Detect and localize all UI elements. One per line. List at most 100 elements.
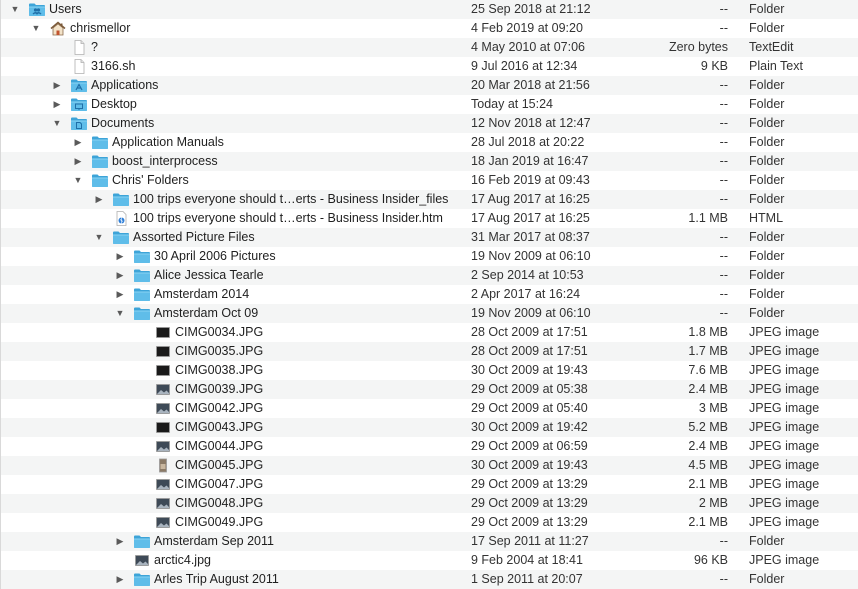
disclosure-triangle-closed-icon[interactable]: ▶: [51, 76, 63, 95]
document-icon: [70, 59, 88, 74]
file-kind: Folder: [749, 534, 785, 548]
file-row[interactable]: CIMG0043.JPG 30 Oct 2009 at 19:42 5.2 MB JP…: [1, 418, 858, 437]
file-row[interactable]: ▶ Application Manuals 28 Jul 2018 at 20:22…: [1, 133, 858, 152]
date-modified: 4 May 2010 at 07:06: [471, 40, 585, 54]
file-row[interactable]: ▼ Chris' Folders 16 Feb 2019 at 09:43 -- Fol…: [1, 171, 858, 190]
file-row[interactable]: ▶ Amsterdam Sep 2011 17 Sep 2011 at 11:27 -…: [1, 532, 858, 551]
documents-folder-icon: [70, 116, 88, 131]
file-row[interactable]: ▶ Amsterdam 2014 2 Apr 2017 at 16:24 -- Fold…: [1, 285, 858, 304]
disclosure-triangle-closed-icon[interactable]: ▶: [72, 152, 84, 171]
image-thumbnail-dark-icon: [154, 344, 172, 359]
file-name[interactable]: Desktop: [91, 95, 137, 114]
file-name[interactable]: Arles Trip August 2011: [154, 570, 279, 589]
file-name[interactable]: CIMG0047.JPG: [175, 475, 263, 494]
disclosure-triangle-closed-icon[interactable]: ▶: [72, 133, 84, 152]
file-kind: JPEG image: [749, 477, 820, 491]
file-name[interactable]: 100 trips everyone should t…erts - Busin…: [133, 209, 443, 228]
file-kind: Folder: [749, 572, 785, 586]
file-row[interactable]: CIMG0048.JPG 29 Oct 2009 at 13:29 2 MB JPEG…: [1, 494, 858, 513]
file-size: --: [719, 268, 728, 282]
file-size: 2.4 MB: [688, 439, 728, 453]
disclosure-triangle-closed-icon[interactable]: ▶: [114, 247, 126, 266]
disclosure-triangle-open-icon[interactable]: ▼: [30, 19, 42, 38]
file-row[interactable]: ▼ chrismellor 4 Feb 2019 at 09:20 -- Folder: [1, 19, 858, 38]
file-name[interactable]: 100 trips everyone should t…erts - Busin…: [133, 190, 448, 209]
image-thumbnail-dark-icon: [154, 325, 172, 340]
file-name[interactable]: CIMG0044.JPG: [175, 437, 263, 456]
file-name[interactable]: 30 April 2006 Pictures: [154, 247, 276, 266]
file-name[interactable]: Amsterdam Oct 09: [154, 304, 258, 323]
folder-icon: [133, 287, 151, 302]
date-modified: 2 Sep 2014 at 10:53: [471, 268, 584, 282]
disclosure-triangle-closed-icon[interactable]: ▶: [93, 190, 105, 209]
file-row[interactable]: ▶ Arles Trip August 2011 1 Sep 2011 at 20:…: [1, 570, 858, 589]
disclosure-triangle-open-icon[interactable]: ▼: [93, 228, 105, 247]
date-modified: 29 Oct 2009 at 06:59: [471, 439, 588, 453]
file-row[interactable]: CIMG0035.JPG 28 Oct 2009 at 17:51 1.7 MB JP…: [1, 342, 858, 361]
file-row[interactable]: ▼ Documents 12 Nov 2018 at 12:47 -- Folder: [1, 114, 858, 133]
file-row[interactable]: ▶ Desktop Today at 15:24 -- Folder: [1, 95, 858, 114]
file-row[interactable]: CIMG0045.JPG 30 Oct 2009 at 19:43 4.5 MB JP…: [1, 456, 858, 475]
file-row[interactable]: CIMG0047.JPG 29 Oct 2009 at 13:29 2.1 MB JP…: [1, 475, 858, 494]
file-row[interactable]: ▶ 30 April 2006 Pictures 19 Nov 2009 at 06…: [1, 247, 858, 266]
file-name[interactable]: Applications: [91, 76, 158, 95]
file-size: Zero bytes: [668, 40, 728, 54]
disclosure-triangle-open-icon[interactable]: ▼: [72, 171, 84, 190]
file-name[interactable]: ?: [91, 38, 98, 57]
date-modified: 25 Sep 2018 at 21:12: [471, 2, 591, 16]
folder-icon: [133, 534, 151, 549]
file-name[interactable]: Documents: [91, 114, 154, 133]
disclosure-triangle-closed-icon[interactable]: ▶: [114, 285, 126, 304]
file-row[interactable]: ▶ 100 trips everyone should t…erts - Busi…: [1, 190, 858, 209]
file-row[interactable]: 3166.sh 9 Jul 2016 at 12:34 9 KB Plain Text: [1, 57, 858, 76]
disclosure-triangle-closed-icon[interactable]: ▶: [114, 532, 126, 551]
file-name[interactable]: Amsterdam 2014: [154, 285, 249, 304]
file-row[interactable]: ▶ boost_interprocess 18 Jan 2019 at 16:47 -…: [1, 152, 858, 171]
file-row[interactable]: ▶ Alice Jessica Tearle 2 Sep 2014 at 10:53…: [1, 266, 858, 285]
file-name[interactable]: CIMG0042.JPG: [175, 399, 263, 418]
file-name[interactable]: Chris' Folders: [112, 171, 189, 190]
file-row[interactable]: CIMG0039.JPG 29 Oct 2009 at 05:38 2.4 MB JP…: [1, 380, 858, 399]
disclosure-triangle-open-icon[interactable]: ▼: [114, 304, 126, 323]
date-modified: 9 Feb 2004 at 18:41: [471, 553, 583, 567]
file-row[interactable]: ? 4 May 2010 at 07:06 Zero bytes TextEdit: [1, 38, 858, 57]
file-name[interactable]: boost_interprocess: [112, 152, 218, 171]
disclosure-triangle-open-icon[interactable]: ▼: [9, 0, 21, 19]
file-size: --: [719, 249, 728, 263]
file-name[interactable]: CIMG0048.JPG: [175, 494, 263, 513]
file-name[interactable]: Amsterdam Sep 2011: [154, 532, 274, 551]
file-row[interactable]: ▼ Amsterdam Oct 09 19 Nov 2009 at 06:10 -- F…: [1, 304, 858, 323]
disclosure-triangle-closed-icon[interactable]: ▶: [114, 266, 126, 285]
file-row[interactable]: CIMG0042.JPG 29 Oct 2009 at 05:40 3 MB JPEG…: [1, 399, 858, 418]
file-name[interactable]: Users: [49, 0, 82, 19]
file-row[interactable]: CIMG0044.JPG 29 Oct 2009 at 06:59 2.4 MB JP…: [1, 437, 858, 456]
file-name[interactable]: CIMG0038.JPG: [175, 361, 263, 380]
file-name[interactable]: CIMG0049.JPG: [175, 513, 263, 532]
file-name[interactable]: Alice Jessica Tearle: [154, 266, 264, 285]
file-name[interactable]: arctic4.jpg: [154, 551, 211, 570]
file-row[interactable]: CIMG0034.JPG 28 Oct 2009 at 17:51 1.8 MB JP…: [1, 323, 858, 342]
disclosure-triangle-closed-icon[interactable]: ▶: [51, 95, 63, 114]
file-row[interactable]: 100 trips everyone should t…erts - Busin…: [1, 209, 858, 228]
file-name[interactable]: CIMG0045.JPG: [175, 456, 263, 475]
file-name[interactable]: Application Manuals: [112, 133, 224, 152]
disclosure-triangle-closed-icon[interactable]: ▶: [114, 570, 126, 589]
file-size: --: [719, 572, 728, 586]
disclosure-triangle-open-icon[interactable]: ▼: [51, 114, 63, 133]
file-name[interactable]: CIMG0034.JPG: [175, 323, 263, 342]
file-name[interactable]: CIMG0035.JPG: [175, 342, 263, 361]
file-row[interactable]: CIMG0038.JPG 30 Oct 2009 at 19:43 7.6 MB JP…: [1, 361, 858, 380]
file-row[interactable]: CIMG0049.JPG 29 Oct 2009 at 13:29 2.1 MB JP…: [1, 513, 858, 532]
file-name[interactable]: CIMG0043.JPG: [175, 418, 263, 437]
file-name[interactable]: CIMG0039.JPG: [175, 380, 263, 399]
image-thumbnail-icon: [154, 515, 172, 530]
file-row[interactable]: ▶ Applications 20 Mar 2018 at 21:56 -- Folde…: [1, 76, 858, 95]
file-name[interactable]: Assorted Picture Files: [133, 228, 255, 247]
file-name[interactable]: 3166.sh: [91, 57, 135, 76]
file-row[interactable]: ▼ Users 25 Sep 2018 at 21:12 -- Folder: [1, 0, 858, 19]
file-row[interactable]: arctic4.jpg 9 Feb 2004 at 18:41 96 KB JPEG …: [1, 551, 858, 570]
file-row[interactable]: ▼ Assorted Picture Files 31 Mar 2017 at 08…: [1, 228, 858, 247]
file-size: --: [719, 21, 728, 35]
file-name[interactable]: chrismellor: [70, 19, 130, 38]
file-size: 1.7 MB: [688, 344, 728, 358]
